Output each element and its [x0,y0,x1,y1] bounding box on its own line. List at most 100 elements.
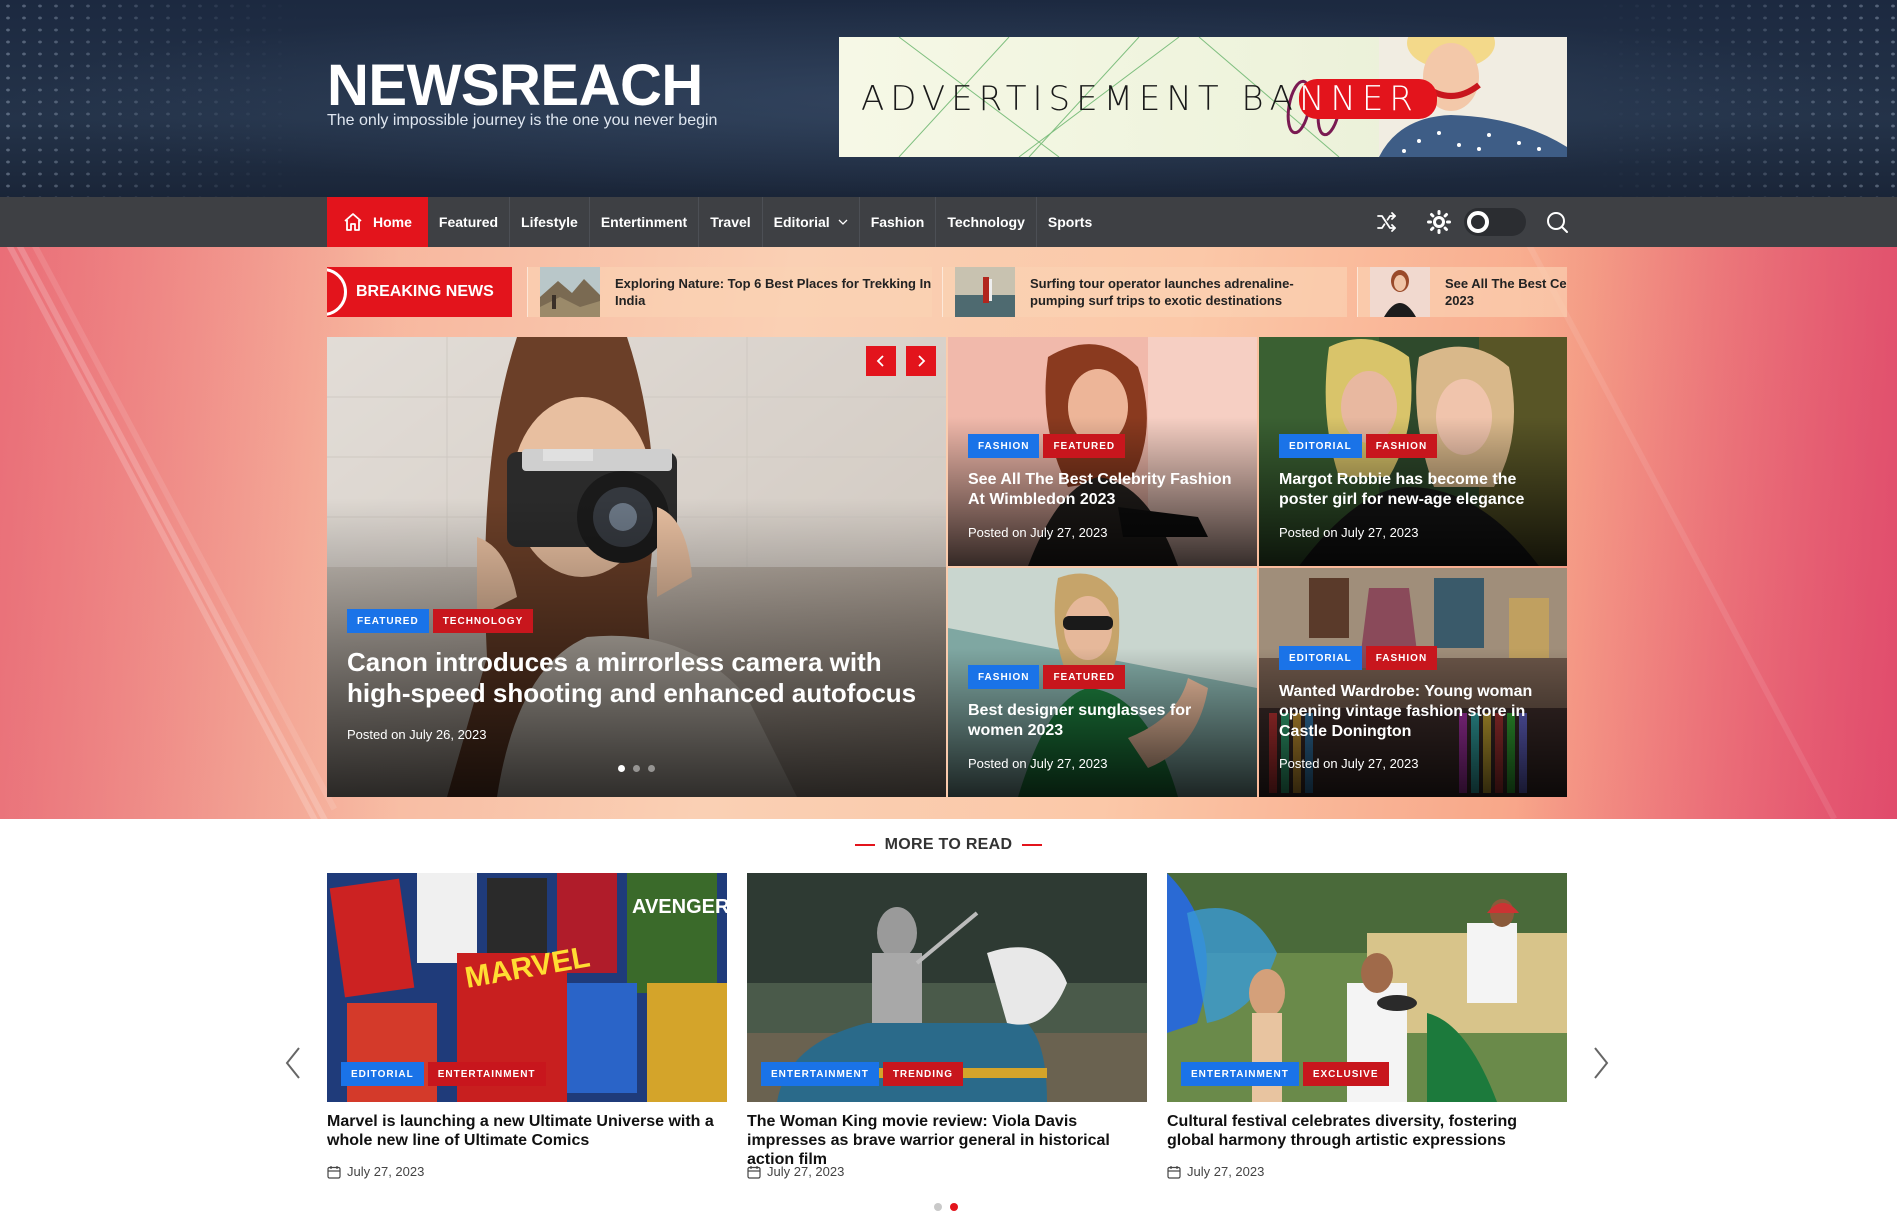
more-card-title[interactable]: Marvel is launching a new Ultimate Unive… [327,1112,727,1150]
shuffle-icon[interactable] [1372,207,1402,237]
tag-featured[interactable]: FEATURED [347,609,429,633]
tag-fashion[interactable]: FASHION [968,665,1040,689]
ticker-item[interactable]: See All The Best Celebrity Fashion At Wi… [1357,267,1567,317]
ticker-item[interactable]: Surfing tour operator launches adrenalin… [942,267,1347,317]
ticker-thumbnail [540,267,600,317]
tag-technology[interactable]: TECHNOLOGY [432,609,534,633]
carousel-prev-button[interactable] [283,1046,303,1085]
hero-main-card[interactable]: FEATURED TECHNOLOGY Canon introduces a m… [327,337,946,797]
tag-entertainment[interactable]: ENTERTAINMENT [1181,1062,1299,1086]
nav-item-label: Sports [1047,214,1093,230]
nav-item-lifestyle[interactable]: Lifestyle [510,197,590,247]
card-title[interactable]: Margot Robbie has become the poster girl… [1279,470,1554,510]
home-icon [343,212,363,232]
more-card[interactable]: MARVEL AVENGERS EDITORIAL ENTERTAINMENT … [327,873,727,1183]
nav-menu: Home Featured Lifestyle Entertinment Tra… [327,197,1103,247]
svg-text:AVENGERS: AVENGERS [632,896,727,918]
nav-item-label: Home [373,214,412,230]
sun-icon[interactable] [1424,207,1454,237]
tag-editorial[interactable]: EDITORIAL [1279,434,1362,458]
tag-entertainment[interactable]: ENTERTAINMENT [761,1062,879,1086]
hero-side-card[interactable]: FASHION FEATURED See All The Best Celebr… [948,337,1257,566]
tag-featured[interactable]: FEATURED [1043,434,1126,458]
tag-entertainment[interactable]: ENTERTAINMENT [427,1062,546,1086]
site-header: NEWSREACH The only impossible journey is… [0,0,1897,197]
ticker-title: Exploring Nature: Top 6 Best Places for … [615,276,932,308]
nav-item-label: Fashion [870,214,925,230]
more-card[interactable]: ENTERTAINMENT EXCLUSIVE Cultural festiva… [1167,873,1567,1183]
nav-item-travel[interactable]: Travel [699,197,763,247]
site-title[interactable]: NEWSREACH [327,54,703,118]
hero-side-card[interactable]: FASHION FEATURED Best designer sunglasse… [948,568,1257,797]
card-tags: FASHION FEATURED [968,665,1126,689]
toggle-knob [1467,211,1489,233]
tag-trending[interactable]: TRENDING [882,1062,964,1086]
nav-item-label: Technology [947,214,1025,230]
card-tags: EDITORIAL FASHION [1279,646,1438,670]
dark-mode-toggle[interactable] [1464,208,1526,236]
calendar-icon [747,1165,761,1179]
search-icon[interactable] [1542,207,1572,237]
tag-featured[interactable]: FEATURED [1043,665,1126,689]
slider-pagination [618,765,655,772]
tag-fashion[interactable]: FASHION [1365,434,1438,458]
chevron-right-icon [1594,1047,1609,1079]
slider-dot[interactable] [618,765,625,772]
hero-main-title[interactable]: Canon introduces a mirrorless camera wit… [347,647,932,709]
chevron-left-icon [285,1047,300,1079]
carousel-pagination [934,1203,958,1211]
card-tags: EDITORIAL ENTERTAINMENT [341,1062,546,1086]
card-title[interactable]: Wanted Wardrobe: Young woman opening vin… [1279,682,1539,742]
advertisement-banner[interactable]: ADVERTISEMENT BANNER [839,37,1567,157]
nav-item-entertinment[interactable]: Entertinment [590,197,700,247]
nav-item-label: Travel [710,214,751,230]
ticker-item[interactable]: Exploring Nature: Top 6 Best Places for … [527,267,932,317]
card-title[interactable]: See All The Best Celebrity Fashion At Wi… [968,470,1243,510]
slider-dot[interactable] [633,765,640,772]
slider-next-button[interactable] [906,346,936,376]
more-card[interactable]: ENTERTAINMENT TRENDING The Woman King mo… [747,873,1147,1183]
nav-item-featured[interactable]: Featured [428,197,511,247]
nav-item-editorial[interactable]: Editorial [763,197,860,247]
more-to-read-title: MORE TO READ [884,836,1013,853]
carousel-next-button[interactable] [1591,1046,1611,1085]
card-tags: EDITORIAL FASHION [1279,434,1438,458]
more-card-title[interactable]: The Woman King movie review: Viola Davis… [747,1112,1147,1169]
more-card-title[interactable]: Cultural festival celebrates diversity, … [1167,1112,1567,1150]
nav-item-fashion[interactable]: Fashion [860,197,937,247]
nav-item-home[interactable]: Home [327,197,428,247]
slider-prev-button[interactable] [866,346,896,376]
card-title[interactable]: Best designer sunglasses for women 2023 [968,701,1243,741]
hero-side-card[interactable]: EDITORIAL FASHION Wanted Wardrobe: Young… [1259,568,1567,797]
calendar-icon [1167,1165,1181,1179]
nav-item-label: Lifestyle [521,214,578,230]
header-decoration [0,0,300,197]
heading-accent [854,843,875,846]
tag-editorial[interactable]: EDITORIAL [341,1062,424,1086]
tag-fashion[interactable]: FASHION [1365,646,1438,670]
chevron-left-icon [876,355,884,367]
ticker-title: Surfing tour operator launches adrenalin… [1030,276,1294,308]
nav-item-label: Entertinment [600,214,688,230]
chevron-right-icon [918,355,926,367]
slider-dot[interactable] [648,765,655,772]
carousel-dot[interactable] [934,1203,942,1211]
ticker-title: See All The Best Celebrity Fashion At Wi… [1445,276,1567,308]
carousel-dot[interactable] [950,1203,958,1211]
tag-editorial[interactable]: EDITORIAL [1279,646,1362,670]
nav-item-sports[interactable]: Sports [1037,197,1103,247]
date-text: July 27, 2023 [347,1164,425,1179]
main-navigation: Home Featured Lifestyle Entertinment Tra… [0,197,1897,247]
breaking-news-label: BREAKING NEWS [327,267,512,317]
breaking-news-bar: BREAKING NEWS Exploring Nature: Top 6 Be… [327,267,1567,317]
heading-accent [1022,843,1043,846]
hero-side-card[interactable]: EDITORIAL FASHION Margot Robbie has beco… [1259,337,1567,566]
nav-item-technology[interactable]: Technology [936,197,1037,247]
tag-fashion[interactable]: FASHION [968,434,1040,458]
breaking-news-text: BREAKING NEWS [356,283,494,300]
nav-item-label: Featured [438,214,499,230]
hero-grid: FEATURED TECHNOLOGY Canon introduces a m… [327,337,1567,797]
tag-exclusive[interactable]: EXCLUSIVE [1302,1062,1389,1086]
more-card-date: July 27, 2023 [747,1164,844,1179]
ticker-thumbnail [1370,267,1430,317]
